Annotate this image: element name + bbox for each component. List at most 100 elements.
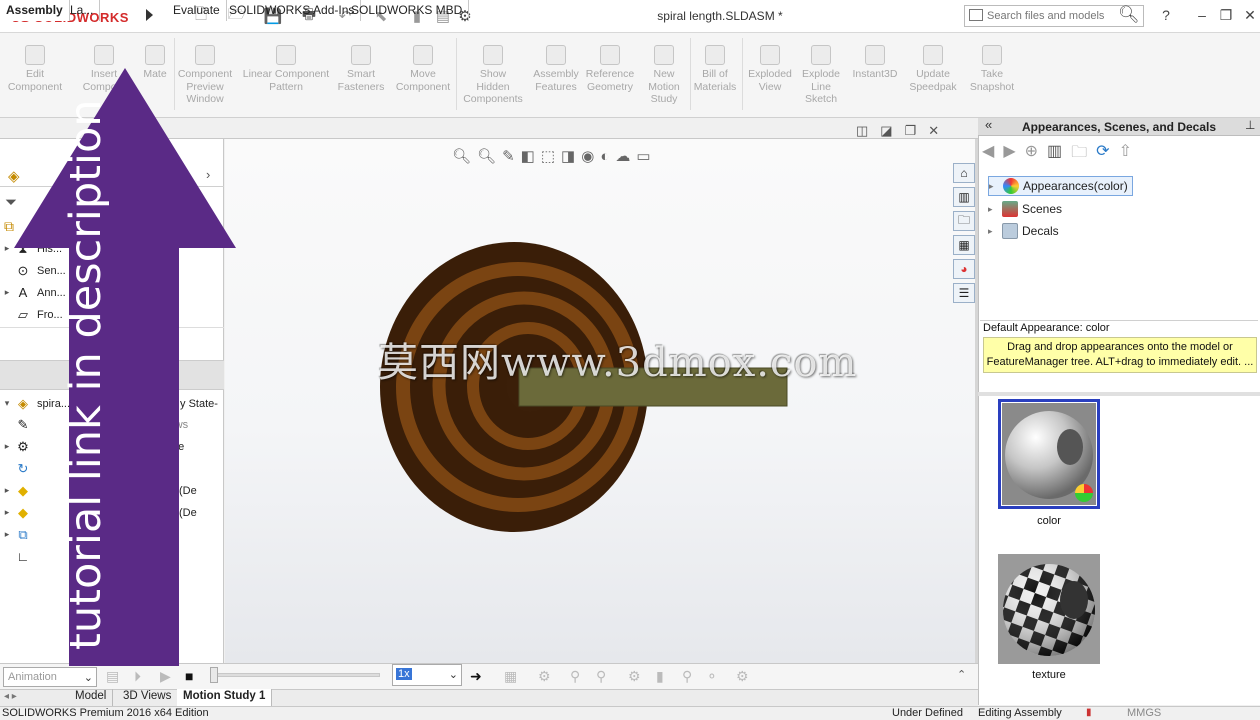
move-component-icon <box>413 45 433 65</box>
tab-evaluate[interactable]: Evaluate <box>167 0 227 21</box>
playback-mode-arrow-icon[interactable]: ➜ <box>470 668 482 685</box>
viewport-close-icon[interactable]: ✕ <box>928 123 939 139</box>
viewport-next-icon[interactable]: ◪ <box>880 123 892 139</box>
ribbon-button-explode-line-sketch[interactable]: Explode Line Sketch <box>796 33 846 118</box>
tree-item-appearances[interactable]: ▸ Appearances(color) <box>988 176 1133 196</box>
tab-solidworks-mbd[interactable]: SOLIDWORKS MBD <box>345 0 470 21</box>
tab-motion-study-1[interactable]: Motion Study 1 <box>177 689 273 706</box>
file-explorer-tab-icon[interactable]: 🗀 <box>953 211 975 231</box>
appearance-thumbnail-color[interactable] <box>998 399 1100 509</box>
viewport-prev-icon[interactable]: ◫ <box>856 123 868 139</box>
thumbnail-label-texture: texture <box>1032 669 1066 681</box>
ribbon-button-show-hidden[interactable]: Show Hidden Components <box>458 33 528 118</box>
ribbon-button-reference-geometry[interactable]: Reference Geometry <box>582 33 638 118</box>
design-library-tab-icon[interactable]: ▥ <box>953 187 975 207</box>
ribbon-button-move-component[interactable]: Move Component <box>392 33 454 118</box>
unit-system-status[interactable]: MMGS <box>1127 707 1161 719</box>
animation-wizard-icon[interactable]: ⚙ <box>538 668 551 685</box>
explode-line-sketch-icon <box>811 45 831 65</box>
menu-expand-arrow-icon[interactable] <box>146 9 153 21</box>
tree-item-decals[interactable]: ▸ Decals <box>988 221 1059 241</box>
playback-slider[interactable] <box>210 673 380 677</box>
tab-scroll-arrows-icon[interactable]: ◂ ▸ <box>4 691 17 702</box>
viewport-restore-icon[interactable]: ❐ <box>905 123 917 139</box>
play-icon[interactable]: ▶ <box>160 668 171 685</box>
playback-speed-select[interactable]: 1x ⌄ <box>392 664 462 686</box>
edit-appearance-icon[interactable]: ◐ <box>600 148 609 165</box>
tab-3d-views[interactable]: 3D Views <box>117 689 179 706</box>
tab-assembly[interactable]: Assembly <box>0 0 70 21</box>
add-key-icon[interactable]: ⚲ <box>596 668 606 685</box>
view-settings-icon[interactable]: ▭ <box>636 147 650 165</box>
ribbon-button-bill-of-materials[interactable]: Bill of Materials <box>690 33 740 118</box>
force-icon[interactable]: ⚬ <box>706 668 718 685</box>
custom-properties-tab-icon[interactable]: ☰ <box>953 283 975 303</box>
ribbon-button-label: Explode Line Sketch <box>802 68 840 105</box>
task-pane-splitter[interactable] <box>978 392 1260 396</box>
save-animation-icon[interactable]: ▦ <box>504 668 517 685</box>
edit-component-icon <box>25 45 45 65</box>
stop-icon[interactable]: ■ <box>185 668 193 684</box>
folder-icon[interactable]: 🗀 <box>1071 141 1087 168</box>
linear-pattern-icon <box>276 45 296 65</box>
play-from-start-icon[interactable]: ⏵ <box>134 668 141 685</box>
close-window-icon[interactable]: ✕ <box>1238 4 1260 26</box>
appearances-tab-icon[interactable]: ◕ <box>953 259 975 279</box>
view-orientation-icon[interactable]: ⬚ <box>541 147 555 165</box>
back-icon[interactable]: ◀ <box>982 141 994 168</box>
section-view-icon[interactable]: ◧ <box>521 147 535 165</box>
ribbon-button-smart-fasteners[interactable]: Smart Fasteners <box>336 33 386 118</box>
calculate-icon[interactable]: ▤ <box>106 668 119 685</box>
ribbon-button-exploded-view[interactable]: Exploded View <box>744 33 796 118</box>
appearance-thumbnail-texture[interactable] <box>998 553 1100 665</box>
ribbon-button-linear-pattern[interactable]: Linear Component Pattern <box>240 33 332 118</box>
autokey-icon[interactable]: ⚲ <box>570 668 580 685</box>
thumbnail-label-color: color <box>1037 515 1061 527</box>
help-icon[interactable]: ? <box>1154 4 1178 26</box>
tab-solidworks-add-ins[interactable]: SOLIDWORKS Add-Ins <box>223 0 362 21</box>
zoom-to-area-icon[interactable]: 🔍︎ <box>477 147 496 165</box>
previous-view-icon[interactable]: ✎ <box>502 147 515 165</box>
playback-slider-handle[interactable] <box>210 667 218 683</box>
refresh-icon[interactable]: ⟳ <box>1096 141 1109 168</box>
ribbon-button-instant3d[interactable]: Instant3D <box>850 33 900 118</box>
forward-icon[interactable]: ▶ <box>1003 141 1015 168</box>
tab-layout[interactable]: La... <box>64 0 101 21</box>
hide-show-items-icon[interactable]: ◉ <box>581 147 594 165</box>
ribbon-button-label: Take Snapshot <box>969 68 1015 93</box>
assembly-icon: ⧉ <box>4 218 14 234</box>
search-icon[interactable]: 🔍︎ <box>1118 5 1140 25</box>
add-location-icon[interactable]: ⊕ <box>1025 141 1038 168</box>
apply-scene-icon[interactable]: ☁ <box>615 147 630 165</box>
ribbon-button-label: Smart Fasteners <box>337 68 385 93</box>
collapse-motion-icon[interactable]: ⌃ <box>957 668 966 681</box>
spring-icon[interactable]: ▮ <box>656 668 664 685</box>
search-scope-icon[interactable] <box>969 9 983 21</box>
ribbon-button-update-speedpak[interactable]: Update Speedpak <box>904 33 962 118</box>
motion-study-properties-icon[interactable]: ⚙ <box>736 668 749 685</box>
tab-model[interactable]: Model <box>69 689 114 706</box>
ribbon-button-take-snapshot[interactable]: Take Snapshot <box>966 33 1018 118</box>
motor-icon[interactable]: ⚙ <box>628 668 641 685</box>
tree-item-scenes[interactable]: ▸ Scenes <box>988 199 1062 219</box>
insert-components-icon <box>94 45 114 65</box>
restore-window-icon[interactable]: ❐ <box>1214 4 1238 26</box>
view-palette-tab-icon[interactable]: ▦ <box>953 235 975 255</box>
minimize-window-icon[interactable]: – <box>1190 4 1214 26</box>
ribbon-button-assembly-features[interactable]: Assembly Features <box>528 33 584 118</box>
chevron-down-icon: ⌄ <box>83 672 93 684</box>
study-type-select[interactable]: Animation ⌄ <box>3 667 97 687</box>
ribbon-button-new-motion-study[interactable]: New Motion Study <box>640 33 688 118</box>
tutorial-overlay-text: tutorial link in description <box>61 99 111 650</box>
zoom-to-fit-icon[interactable]: 🔍︎ <box>452 147 471 165</box>
home-tab-icon[interactable]: ⌂ <box>953 163 975 183</box>
pin-icon[interactable]: ⊥ <box>1245 118 1255 132</box>
damper-icon[interactable]: ⚲ <box>682 668 692 685</box>
rebuild-status-icon[interactable]: ▮ <box>1086 707 1092 718</box>
reference-geometry-icon <box>600 45 620 65</box>
library-icon[interactable]: ▥ <box>1047 141 1062 168</box>
display-style-icon[interactable]: ◨ <box>561 147 575 165</box>
search-input[interactable]: Search files and models <box>964 5 1144 27</box>
up-icon[interactable]: ⇧ <box>1119 141 1132 168</box>
collapse-pane-icon[interactable]: « <box>985 117 992 132</box>
